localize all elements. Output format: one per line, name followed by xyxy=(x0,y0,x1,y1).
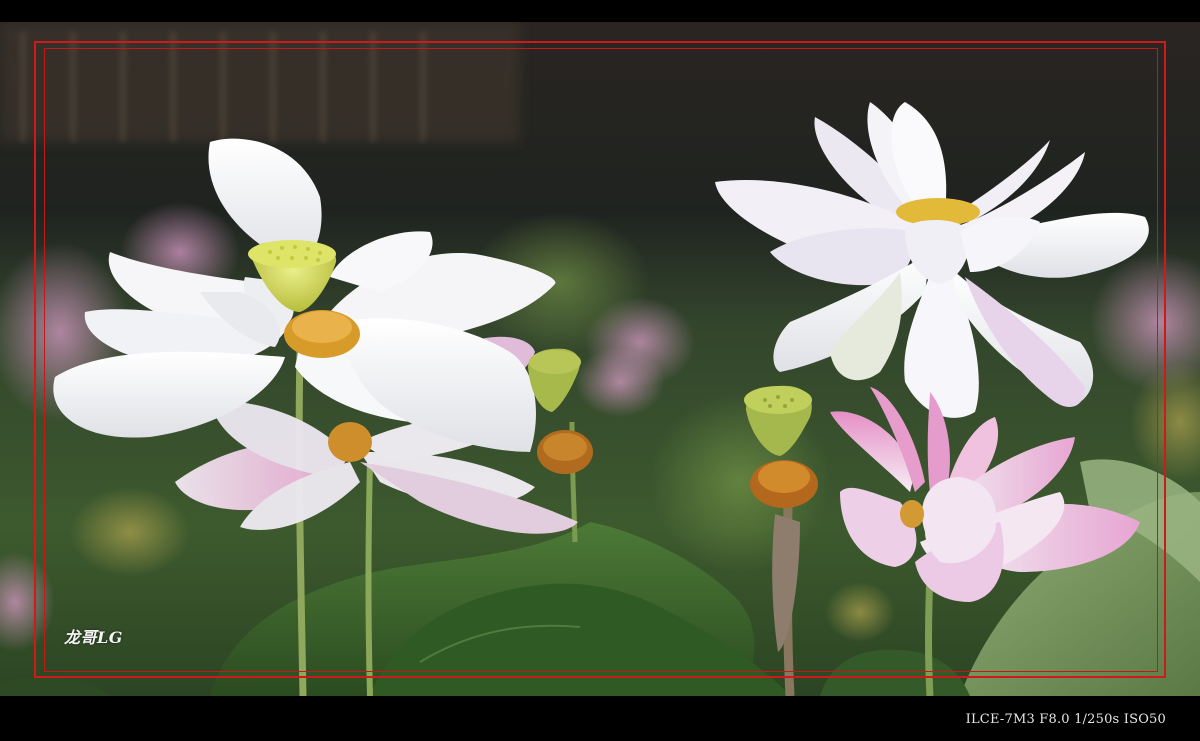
photo-viewer: 龙哥LG ILCE-7M3 F8.0 1/250s ISO50 xyxy=(0,0,1200,741)
photographer-signature: 龙哥LG xyxy=(64,628,123,647)
exif-info: ILCE-7M3 F8.0 1/250s ISO50 xyxy=(965,712,1166,727)
lotus-photo xyxy=(0,22,1200,696)
